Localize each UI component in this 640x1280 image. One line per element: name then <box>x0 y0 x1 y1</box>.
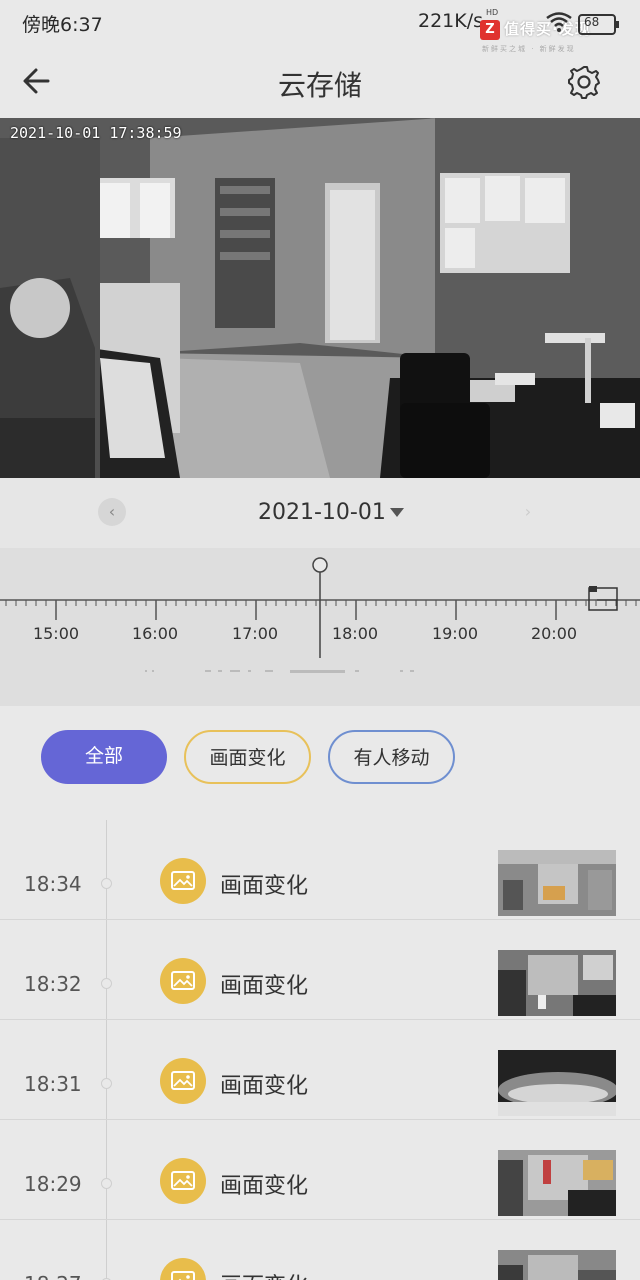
timeline-label: 18:00 <box>331 624 379 643</box>
event-row[interactable]: 18:34 画面变化 <box>0 820 640 920</box>
event-time: 18:31 <box>24 1072 82 1096</box>
battery-level: 68 <box>584 15 600 29</box>
timeline-label: 16:00 <box>131 624 179 643</box>
event-thumbnail[interactable] <box>498 950 616 1016</box>
image-icon <box>160 1058 206 1104</box>
timeline-dot <box>101 878 112 889</box>
page-title: 云存储 <box>277 69 362 102</box>
event-label: 画面变化 <box>220 1174 309 1199</box>
calendar-icon[interactable] <box>588 586 618 611</box>
network-speed: 221K/s <box>418 10 484 32</box>
event-time: 18:29 <box>24 1172 82 1196</box>
date-navigator: ‹ 2021-10-01 › <box>0 478 640 548</box>
filter-all-button[interactable]: 全部 <box>41 730 167 784</box>
event-label: 画面变化 <box>220 1074 309 1099</box>
filter-person-motion-button[interactable]: 有人移动 <box>328 730 455 784</box>
event-time: 18:32 <box>24 972 82 996</box>
selected-date[interactable]: 2021-10-01 <box>258 500 386 525</box>
event-time: 18:27 <box>24 1272 82 1280</box>
brand-logo: Z <box>480 20 500 40</box>
wifi-icon <box>546 12 572 32</box>
brand-subtext: 新鲜买之城 · 新鲜发现 <box>482 45 576 53</box>
caret-down-icon[interactable] <box>390 508 404 517</box>
image-icon <box>160 858 206 904</box>
timeline-cursor-handle[interactable] <box>312 557 328 573</box>
timeline-dot <box>101 1078 112 1089</box>
event-filter-bar: 全部 画面变化 有人移动 <box>0 706 640 816</box>
event-label: 画面变化 <box>220 1268 308 1280</box>
event-label: 画面变化 <box>220 874 309 899</box>
filter-picture-change-button[interactable]: 画面变化 <box>184 730 311 784</box>
status-time: 傍晚6:37 <box>22 14 103 36</box>
timeline-label: 20:00 <box>530 624 578 643</box>
battery-icon: 68 <box>578 14 619 35</box>
chevron-left-icon[interactable]: ‹ <box>98 498 126 526</box>
event-thumbnail[interactable] <box>498 1150 616 1216</box>
image-icon <box>160 1258 206 1280</box>
timeline-label: 15:00 <box>32 624 80 643</box>
image-icon <box>160 958 206 1004</box>
event-row[interactable]: 18:29 画面变化 <box>0 1120 640 1220</box>
hd-badge: HD <box>486 8 499 17</box>
gear-icon[interactable] <box>566 64 602 100</box>
timeline-dot <box>101 1178 112 1189</box>
timeline-dot <box>101 978 112 989</box>
image-icon <box>160 1158 206 1204</box>
timeline-label: 17:00 <box>231 624 279 643</box>
event-row[interactable]: 18:32 画面变化 <box>0 920 640 1020</box>
video-player[interactable]: 2021-10-01 17:38:59 <box>0 118 640 478</box>
timeline-scrubber[interactable]: 15:00 16:00 17:00 18:00 19:00 20:00 <box>0 548 640 706</box>
event-label: 画面变化 <box>220 974 309 999</box>
status-bar: 傍晚6:37 221K/s HD Z 值得买·发现 新鲜买之城 · 新鲜发现 6… <box>0 0 640 53</box>
chevron-right-icon[interactable]: › <box>514 498 542 526</box>
event-time: 18:34 <box>24 872 82 896</box>
event-row[interactable]: 18:27 画面变化 <box>0 1220 640 1280</box>
timeline-label: 19:00 <box>431 624 479 643</box>
event-thumbnail[interactable] <box>498 1250 616 1280</box>
event-row[interactable]: 18:31 画面变化 <box>0 1020 640 1120</box>
app-header: 云存储 <box>0 54 640 110</box>
event-thumbnail[interactable] <box>498 850 616 916</box>
camera-frame-image <box>0 118 640 478</box>
event-thumbnail[interactable] <box>498 1050 616 1116</box>
video-timestamp: 2021-10-01 17:38:59 <box>10 124 182 142</box>
event-list: 18:34 画面变化 18:32 画面变化 18:31 画面变化 18:29 画… <box>0 816 640 1280</box>
